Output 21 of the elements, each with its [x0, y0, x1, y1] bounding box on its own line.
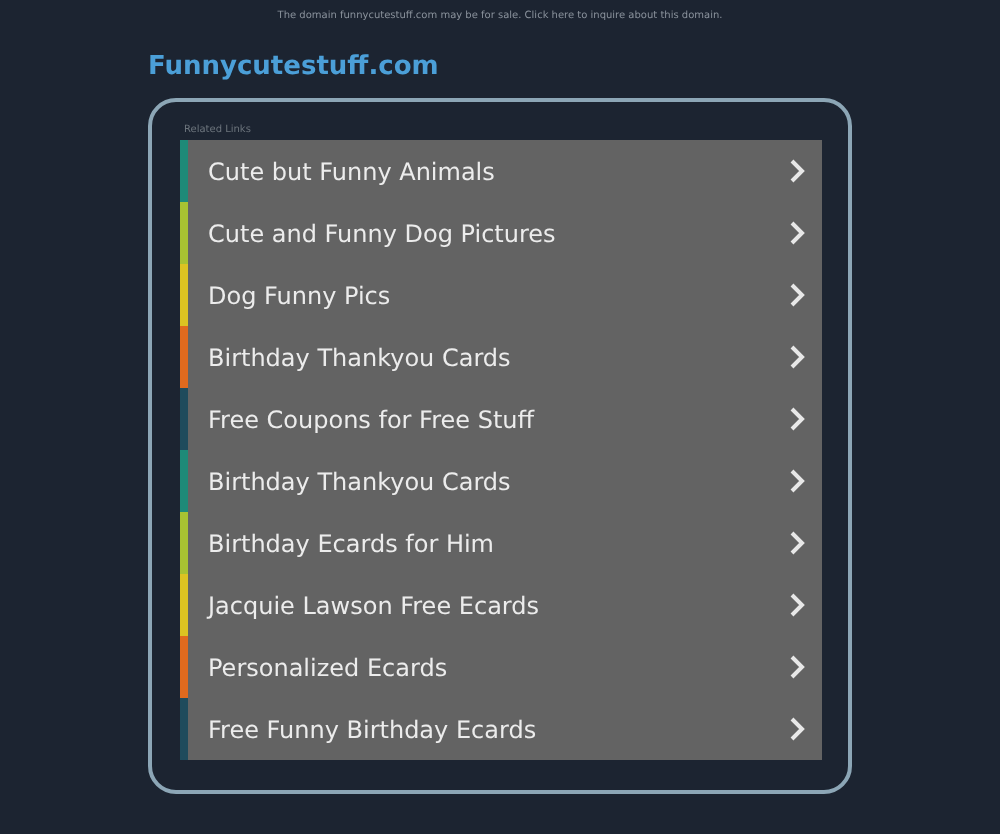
- related-link[interactable]: Birthday Thankyou Cards: [180, 450, 822, 512]
- chevron-right-icon: [788, 220, 806, 246]
- related-link[interactable]: Dog Funny Pics: [180, 264, 822, 326]
- chevron-right-icon: [788, 530, 806, 556]
- chevron-right-icon: [788, 654, 806, 680]
- chevron-right-icon: [788, 716, 806, 742]
- chevron-right-icon: [788, 158, 806, 184]
- related-link[interactable]: Birthday Ecards for Him: [180, 512, 822, 574]
- site-title: Funnycutestuff.com: [148, 52, 441, 84]
- chevron-right-icon: [788, 406, 806, 432]
- related-link[interactable]: Personalized Ecards: [180, 636, 822, 698]
- chevron-right-icon: [788, 468, 806, 494]
- chevron-right-icon: [788, 282, 806, 308]
- related-link[interactable]: Cute but Funny Animals: [180, 140, 822, 202]
- related-link[interactable]: Birthday Thankyou Cards: [180, 326, 822, 388]
- related-link[interactable]: Free Funny Birthday Ecards: [180, 698, 822, 760]
- related-link[interactable]: Jacquie Lawson Free Ecards: [180, 574, 822, 636]
- related-link[interactable]: Cute and Funny Dog Pictures: [180, 202, 822, 264]
- related-link[interactable]: Free Coupons for Free Stuff: [180, 388, 822, 450]
- chevron-right-icon: [788, 592, 806, 618]
- chevron-right-icon: [788, 344, 806, 370]
